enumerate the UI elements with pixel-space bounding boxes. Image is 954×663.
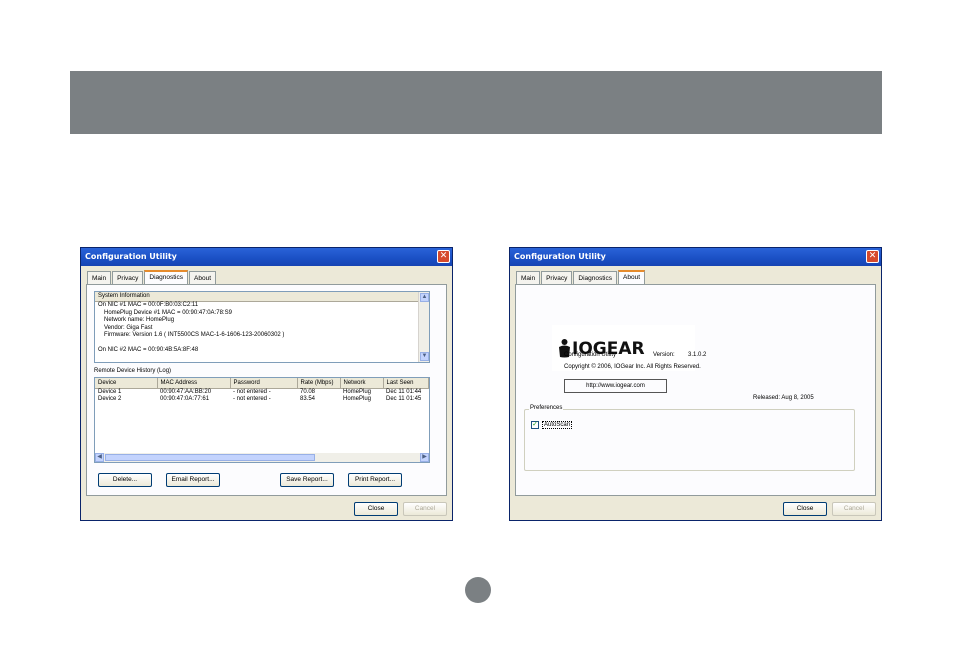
device-log-table[interactable]: Device MAC Address Password Rate (Mbps) … xyxy=(94,377,430,463)
horizontal-scrollbar[interactable]: ◀ ▶ xyxy=(95,453,429,462)
tab-privacy[interactable]: Privacy xyxy=(541,271,573,284)
column-header[interactable]: Device xyxy=(95,378,158,389)
window-titlebar: Configuration Utility ✕ xyxy=(510,248,881,266)
scroll-down-icon[interactable]: ▼ xyxy=(420,352,429,361)
page-number-badge xyxy=(465,577,491,603)
cancel-button[interactable]: Cancel xyxy=(403,502,447,516)
autoscan-checkbox[interactable]: ✓ xyxy=(531,421,539,429)
window-title: Configuration Utility xyxy=(85,252,177,261)
tab-bar: Main Privacy Diagnostics About xyxy=(87,270,217,284)
system-info-line: Firmware: Version 1.6 ( INT5500CS MAC-1-… xyxy=(104,332,285,338)
table-cell: - not entered - xyxy=(233,395,271,402)
table-cell: Device 2 xyxy=(98,395,122,402)
tab-main[interactable]: Main xyxy=(516,271,541,284)
tab-diagnostics[interactable]: Diagnostics xyxy=(144,270,189,284)
product-name: Configuration Utility xyxy=(564,352,617,358)
table-cell: Dec 11 01:45 xyxy=(386,395,422,402)
version-label: Version: xyxy=(653,352,675,358)
config-window-diagnostics: Configuration Utility ✕ Main Privacy Dia… xyxy=(80,247,453,521)
save-report-button[interactable]: Save Report... xyxy=(280,473,334,487)
autoscan-label[interactable]: AutoScan xyxy=(542,421,573,429)
column-header[interactable]: Last Seen xyxy=(383,378,429,389)
table-cell: HomePlug xyxy=(343,395,372,402)
preferences-label: Preferences xyxy=(529,405,564,411)
tab-privacy[interactable]: Privacy xyxy=(112,271,144,284)
system-info-line: Vendor: Giga Fast xyxy=(104,324,153,331)
window-titlebar: Configuration Utility ✕ xyxy=(81,248,452,266)
copyright-text: Copyright © 2006, IOGear Inc. All Rights… xyxy=(564,364,701,370)
tab-main[interactable]: Main xyxy=(87,271,112,284)
table-cell: - not entered - xyxy=(233,388,271,395)
close-button[interactable]: Close xyxy=(354,502,398,516)
system-info-header: System Information xyxy=(95,292,429,302)
diagnostics-panel: System Information On NIC #1 MAC = 00:0F… xyxy=(86,284,447,496)
tab-diagnostics[interactable]: Diagnostics xyxy=(573,271,618,284)
website-link-button[interactable]: http://www.iogear.com xyxy=(564,379,667,393)
window-title: Configuration Utility xyxy=(514,252,606,261)
delete-button[interactable]: Delete... xyxy=(98,473,152,487)
tab-about[interactable]: About xyxy=(618,270,646,284)
column-header[interactable]: Password xyxy=(230,378,298,389)
table-cell: 83.54 xyxy=(300,395,316,402)
system-info-line: On NIC #1 MAC = 00:0F:B0:03:C2:11 xyxy=(98,302,199,308)
version-value: 3.1.0.2 xyxy=(688,352,707,358)
column-header[interactable]: Network xyxy=(340,378,384,389)
close-icon[interactable]: ✕ xyxy=(437,250,450,263)
table-cell: 00:90:47:0A:77:61 xyxy=(160,395,210,402)
table-row[interactable]: Device 1 00:90:47:AA:BB:20 - not entered… xyxy=(95,388,429,396)
column-header[interactable]: MAC Address xyxy=(157,378,231,389)
about-panel: IOGEAR Configuration Utility Version: 3.… xyxy=(515,284,876,496)
log-title: Remote Device History (Log) xyxy=(94,368,172,374)
close-button[interactable]: Close xyxy=(783,502,827,516)
scroll-up-icon[interactable]: ▲ xyxy=(420,293,429,302)
system-info-line xyxy=(95,340,429,348)
close-icon[interactable]: ✕ xyxy=(866,250,879,263)
header-banner xyxy=(70,71,882,134)
vertical-scrollbar[interactable]: ▲ ▼ xyxy=(418,292,429,362)
table-cell: 00:90:47:AA:BB:20 xyxy=(160,388,212,395)
table-row[interactable]: Device 2 00:90:47:0A:77:61 - not entered… xyxy=(95,396,429,403)
scroll-right-icon[interactable]: ▶ xyxy=(420,453,429,462)
table-cell: HomePlug xyxy=(343,388,372,395)
print-report-button[interactable]: Print Report... xyxy=(348,473,402,487)
table-cell: 70.08 xyxy=(300,388,316,395)
table-cell: Device 1 xyxy=(98,388,122,395)
system-info-line: On NIC #2 MAC = 00:90:4B:5A:8F:48 xyxy=(98,347,199,353)
column-header[interactable]: Rate (Mbps) xyxy=(297,378,341,389)
system-info-box[interactable]: System Information On NIC #1 MAC = 00:0F… xyxy=(94,291,430,363)
system-info-line: HomePlug Device #1 MAC = 00:90:47:0A:78:… xyxy=(104,309,232,316)
tab-about[interactable]: About xyxy=(189,271,217,284)
config-window-about: Configuration Utility ✕ Main Privacy Dia… xyxy=(509,247,882,521)
tab-bar: Main Privacy Diagnostics About xyxy=(516,270,646,284)
table-cell: Dec 11 01:44 xyxy=(386,388,422,395)
scroll-left-icon[interactable]: ◀ xyxy=(95,453,104,462)
system-info-line: Network name: HomePlug xyxy=(104,317,175,323)
cancel-button[interactable]: Cancel xyxy=(832,502,876,516)
email-report-button[interactable]: Email Report... xyxy=(166,473,220,487)
release-date: Released: Aug 8, 2005 xyxy=(753,395,814,401)
preferences-group: Preferences ✓ AutoScan xyxy=(524,405,855,471)
scroll-thumb[interactable] xyxy=(105,454,315,461)
